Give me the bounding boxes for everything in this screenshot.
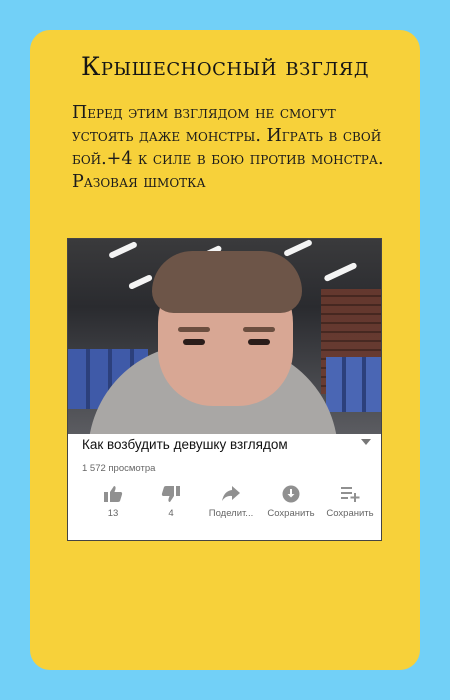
thumbs-up-icon [104, 486, 123, 502]
dislike-count: 4 [168, 508, 174, 519]
card-description: Перед этим взглядом не смогут устоять да… [72, 103, 384, 192]
video-views: 1 572 просмотра [82, 463, 156, 474]
save-playlist-button[interactable]: Сохранить [321, 485, 379, 519]
expand-chevron-icon[interactable] [361, 439, 371, 445]
like-button[interactable]: 13 [98, 485, 128, 519]
save-offline-button[interactable]: Сохранить [262, 485, 320, 519]
video-title[interactable]: Как возбудить девушку взглядом [82, 437, 342, 452]
share-button[interactable]: Поделит... [201, 485, 261, 519]
download-icon [282, 485, 300, 503]
video-screenshot: Как возбудить девушку взглядом 1 572 про… [67, 238, 382, 541]
card-background: Крышесносный взгляд Перед этим взглядом … [0, 0, 450, 700]
save-playlist-label: Сохранить [326, 508, 374, 519]
video-thumbnail[interactable] [68, 239, 381, 434]
share-label: Поделит... [208, 508, 254, 519]
card-title: Крышесносный взгляд [81, 52, 369, 81]
thumbs-down-icon [161, 486, 180, 502]
share-icon [222, 486, 240, 501]
save-offline-label: Сохранить [267, 508, 315, 519]
card: Крышесносный взгляд Перед этим взглядом … [30, 30, 420, 670]
dislike-button[interactable]: 4 [156, 485, 186, 519]
playlist-add-icon [341, 487, 360, 502]
like-count: 13 [107, 508, 119, 519]
